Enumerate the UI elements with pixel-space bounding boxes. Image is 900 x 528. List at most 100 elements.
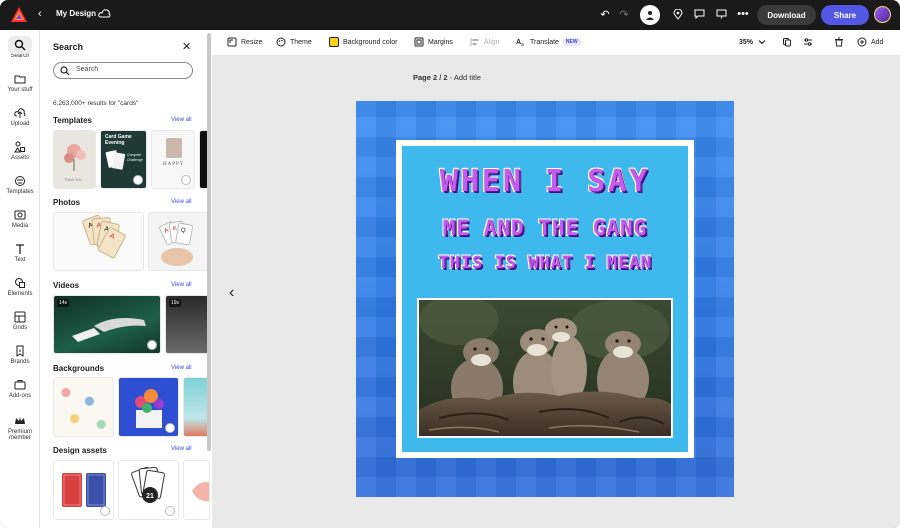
dealing-cards-image [72,318,146,342]
layers-icon [783,38,791,47]
share-button[interactable]: Share [821,5,869,25]
rail-item-templates[interactable]: Templates [0,175,40,195]
asset-thumb-partial[interactable] [183,460,210,520]
template-text: Compete [127,153,142,157]
video-duration: 19s [169,299,182,307]
view-all-backgrounds-link[interactable]: View all [171,365,192,371]
design-page[interactable]: WHEN I SAY ME AND THE GANG THIS IS WHAT … [356,101,734,497]
rail-item-premium[interactable]: Premium member [0,415,40,441]
search-input[interactable]: Search [53,62,193,79]
more-options-icon[interactable]: ••• [736,7,750,21]
layers-button[interactable] [782,37,792,47]
meme-text-line-2[interactable]: ME AND THE GANG [402,216,688,240]
close-icon[interactable]: ✕ [182,40,191,53]
rail-label: Text [14,257,26,263]
redo-icon[interactable]: ↷ [617,7,631,21]
template-thumb-happy[interactable]: HAPPY [151,130,195,189]
rail-label: Media [11,223,29,229]
meme-text-line-3[interactable]: THIS IS WHAT I MEAN [402,253,688,273]
playing-card-shape [111,152,126,170]
user-icon [646,11,654,20]
hand-image [192,482,209,502]
meme-text-line-1[interactable]: WHEN I SAY [402,164,688,199]
view-all-templates-link[interactable]: View all [171,117,192,123]
previous-page-chevron-icon[interactable]: ‹ [229,284,234,302]
media-icon [14,210,26,220]
align-button[interactable]: Align [470,37,500,47]
comment-icon[interactable] [692,7,706,21]
rail-item-text[interactable]: Text [0,243,40,263]
canvas-area[interactable]: Page 2 / 2 - Add title ‹ WHEN I SAY ME A… [212,56,900,528]
back-chevron-icon[interactable]: ‹ [38,8,42,20]
chevron-down-icon [758,40,766,45]
photo-thumb-aces[interactable]: A A A A [53,212,144,271]
view-all-videos-link[interactable]: View all [171,282,192,288]
asset-thumb-card-backs[interactable] [53,460,114,520]
download-button[interactable]: Download [757,5,816,25]
addons-icon [14,380,26,390]
margins-icon [414,37,424,47]
section-title-videos: Videos [53,281,80,290]
add-title-link[interactable]: - Add title [448,73,481,82]
view-all-photos-link[interactable]: View all [171,199,192,205]
rail-item-addons[interactable]: Add-ons [0,379,40,399]
avatar[interactable] [874,6,891,23]
folder-icon [14,75,26,84]
rail-item-elements[interactable]: Elements [0,277,40,297]
section-title-backgrounds: Backgrounds [53,364,105,373]
background-thumb-flowers[interactable] [118,377,179,437]
background-color-button[interactable]: Background color [329,37,397,47]
document-title[interactable]: My Design [56,9,96,18]
resize-button[interactable]: Resize [227,37,262,47]
template-thumb-card-game[interactable]: Card Game Evening Compete Challenge [100,130,147,189]
adjust-button[interactable] [803,37,813,47]
search-input-value: Search [76,66,99,73]
undo-icon[interactable]: ↶ [598,7,612,21]
photo-frame[interactable] [417,298,673,438]
otters-photo[interactable] [419,300,671,436]
rail-label: Add-ons [8,393,32,399]
adobe-express-logo[interactable] [11,7,27,22]
photo-thumb-hand-cards[interactable]: A K Q [148,212,210,271]
rail-item-media[interactable]: Media [0,209,40,229]
rail-item-your-stuff[interactable]: Your stuff [0,73,40,93]
translate-button[interactable]: Aa Translate NEW [516,37,581,47]
rail-item-upload[interactable]: Upload [0,107,40,127]
top-bar: ‹ My Design ↶ ↷ ••• Download Share [0,0,900,30]
present-icon[interactable] [714,7,728,21]
meme-card[interactable]: WHEN I SAY ME AND THE GANG THIS IS WHAT … [396,140,694,458]
premium-badge [147,340,157,350]
asset-thumb-blackjack[interactable]: 21 [118,460,179,520]
rail-label: Templates [6,189,34,195]
add-page-button[interactable]: Add [857,37,883,47]
search-icon [60,66,70,76]
template-thumb-thank-you[interactable]: Thank You [53,130,96,189]
invite-user-button[interactable] [640,5,660,25]
margins-button[interactable]: Margins [414,37,453,47]
svg-text:21: 21 [146,493,154,500]
video-thumb-cards-table[interactable]: 14s [53,295,161,354]
rail-item-assets[interactable]: Assets [0,141,40,161]
location-pin-icon[interactable] [671,7,685,21]
theme-button[interactable]: Theme [276,37,312,47]
rail-item-search[interactable]: Search [0,36,40,59]
rail-label: Grids [12,325,28,331]
page-number: Page 2 / 2 [413,73,448,82]
search-panel: Search ✕ Search 6,263,000+ results for "… [40,30,212,528]
video-thumb-laptop[interactable]: 19s [165,295,210,354]
svg-text:B: B [19,348,22,353]
rail-item-brands[interactable]: B Brands [0,345,40,365]
rail-label: Elements [7,291,33,297]
premium-badge [165,423,175,433]
translate-icon: Aa [516,39,524,47]
panel-title: Search [53,42,84,52]
view-all-design-assets-link[interactable]: View all [171,446,192,452]
brands-icon: B [16,345,24,357]
delete-button[interactable] [834,37,844,47]
meme-card-background: WHEN I SAY ME AND THE GANG THIS IS WHAT … [402,146,688,452]
editor-toolbar: Resize Theme Background color Margins Al… [212,30,900,56]
zoom-dropdown[interactable]: 35% [739,37,767,47]
scrollbar-thumb[interactable] [207,33,211,451]
rail-item-grids[interactable]: Grids [0,311,40,331]
background-thumb-pattern[interactable] [53,377,114,437]
